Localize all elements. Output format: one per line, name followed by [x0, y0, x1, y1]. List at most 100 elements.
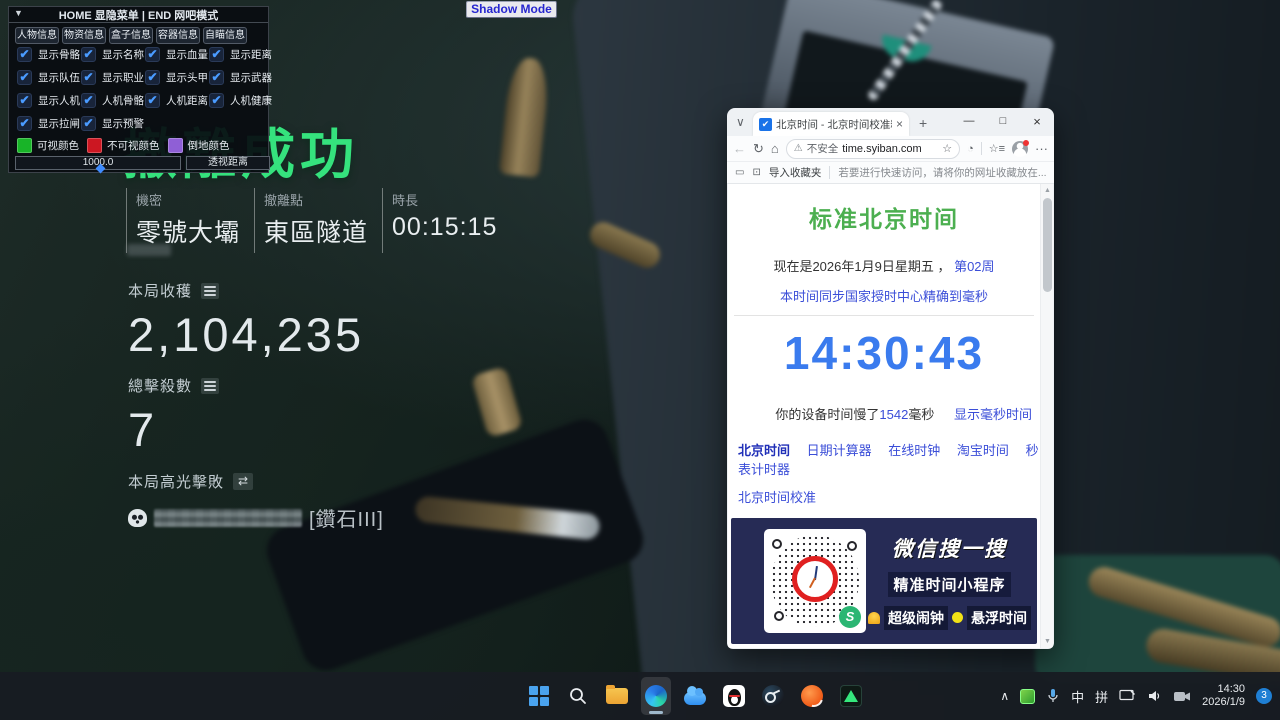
- profile-avatar[interactable]: [1012, 141, 1028, 157]
- address-bar[interactable]: ⚠ 不安全 time.syiban.com ☆: [786, 139, 960, 159]
- dropdown-triangle-icon[interactable]: ▼: [14, 8, 23, 18]
- show-ms-link[interactable]: 显示毫秒时间: [954, 407, 1032, 422]
- cloud-app-button[interactable]: [680, 677, 710, 715]
- cheat-tab[interactable]: 物资信息: [62, 27, 106, 44]
- orange-app-button[interactable]: [797, 677, 827, 715]
- minimize-icon[interactable]: —: [952, 108, 986, 136]
- import-favorites-button[interactable]: 导入收藏夹: [769, 165, 822, 180]
- windows-logo-icon: [529, 686, 549, 706]
- sync-link[interactable]: 本时间同步国家授时中心精确到毫秒: [780, 289, 988, 304]
- checkbox-check-icon[interactable]: ✔: [145, 93, 160, 108]
- list-icon[interactable]: [201, 378, 219, 394]
- security-label[interactable]: 不安全: [807, 141, 839, 156]
- cheat-checkbox[interactable]: ✔显示血量: [145, 47, 209, 62]
- visible-color-swatch[interactable]: [17, 138, 32, 153]
- checkbox-check-icon[interactable]: ✔: [81, 47, 96, 62]
- shadow-mode-button[interactable]: Shadow Mode: [466, 1, 557, 18]
- list-icon[interactable]: [201, 283, 219, 299]
- swap-arrows-icon[interactable]: ⇄: [233, 473, 253, 490]
- ime-mode-indicator[interactable]: 拼: [1095, 687, 1108, 706]
- cheat-checkbox[interactable]: ✔显示预警: [81, 116, 145, 131]
- url-host[interactable]: time.syiban.com: [842, 143, 938, 155]
- cheat-checkbox[interactable]: ✔人机健康: [209, 93, 273, 108]
- invisible-color-swatch[interactable]: [87, 138, 102, 153]
- tab-title: 北京时间 - 北京时间校准精确到毫: [776, 117, 892, 132]
- checkbox-check-icon[interactable]: ✔: [17, 70, 32, 85]
- home-icon[interactable]: ⌂: [771, 141, 779, 156]
- cheat-checkbox[interactable]: ✔显示头甲: [145, 70, 209, 85]
- scroll-up-icon[interactable]: ▲: [1041, 187, 1054, 194]
- steam-button[interactable]: [758, 677, 788, 715]
- cheat-tab[interactable]: 盒子信息: [109, 27, 153, 44]
- tray-app-icon[interactable]: [1020, 689, 1035, 704]
- cheat-checkbox[interactable]: ✔显示职业: [81, 70, 145, 85]
- checkbox-check-icon[interactable]: ✔: [17, 93, 32, 108]
- cheat-checkbox[interactable]: ✔显示人机: [17, 93, 81, 108]
- cheat-checkbox[interactable]: ✔显示队伍: [17, 70, 81, 85]
- file-explorer-button[interactable]: [602, 677, 632, 715]
- censored-text-small: [127, 244, 171, 256]
- downed-color-swatch[interactable]: [168, 138, 183, 153]
- cheat-checkbox[interactable]: ✔人机骨骼: [81, 93, 145, 108]
- nav-link[interactable]: 北京时间: [738, 443, 790, 458]
- checkbox-check-icon[interactable]: ✔: [81, 93, 96, 108]
- close-icon[interactable]: ×: [1020, 108, 1054, 136]
- browser-tab[interactable]: ✔ 北京时间 - 北京时间校准精确到毫 ×: [753, 112, 909, 136]
- display-pen-icon[interactable]: [1119, 689, 1136, 703]
- scrollbar-thumb[interactable]: [1043, 198, 1052, 292]
- nav-link[interactable]: 日期计算器: [807, 443, 872, 458]
- microphone-icon[interactable]: [1046, 688, 1060, 704]
- search-button[interactable]: [563, 677, 593, 715]
- cheat-menu-titlebar[interactable]: ▼ HOME 显隐菜单 | END 网吧模式: [9, 7, 268, 23]
- checkbox-check-icon[interactable]: ✔: [209, 70, 224, 85]
- edge-browser-button[interactable]: [641, 677, 671, 715]
- ime-language-indicator[interactable]: 中: [1071, 687, 1084, 706]
- nav-link[interactable]: 北京时间校准: [738, 490, 816, 505]
- new-tab-icon[interactable]: +: [919, 115, 927, 131]
- week-link[interactable]: 第02周: [954, 259, 994, 274]
- cheat-checkbox[interactable]: ✔显示名称: [81, 47, 145, 62]
- delta-force-button[interactable]: [836, 677, 866, 715]
- cheat-tab[interactable]: 自瞄信息: [203, 27, 247, 44]
- banner-badges: 超级闹钟 悬浮时间: [868, 606, 1031, 630]
- tab-search-chevron-icon[interactable]: ∨: [736, 115, 745, 129]
- checkbox-check-icon[interactable]: ✔: [145, 47, 160, 62]
- bookmarks-device-icon[interactable]: ▭: [735, 167, 744, 178]
- checkbox-check-icon[interactable]: ✔: [17, 47, 32, 62]
- checkbox-check-icon[interactable]: ✔: [81, 116, 96, 131]
- nav-link[interactable]: 淘宝时间: [957, 443, 1009, 458]
- checkbox-check-icon[interactable]: ✔: [209, 93, 224, 108]
- cheat-checkbox[interactable]: ✔显示拉闸: [17, 116, 81, 131]
- cheat-checkbox[interactable]: ✔显示武器: [209, 70, 273, 85]
- notification-badge[interactable]: 3: [1256, 688, 1272, 704]
- qq-button[interactable]: [719, 677, 749, 715]
- page-scrollbar[interactable]: ▲ ▼: [1040, 184, 1053, 648]
- camera-icon[interactable]: [1173, 690, 1191, 703]
- more-menu-icon[interactable]: ···: [1035, 141, 1048, 156]
- cheat-checkbox[interactable]: ✔显示距离: [209, 47, 273, 62]
- wechat-miniprogram-icon: S: [839, 606, 861, 628]
- cheat-checkbox[interactable]: ✔显示骨骼: [17, 47, 81, 62]
- cheat-tab[interactable]: 容器信息: [156, 27, 200, 44]
- refresh-icon[interactable]: ↻: [753, 141, 764, 157]
- favorite-star-icon[interactable]: ☆: [942, 142, 952, 155]
- scroll-down-icon[interactable]: ▼: [1041, 638, 1054, 645]
- cheat-tab[interactable]: 人物信息: [15, 27, 59, 44]
- checkbox-check-icon[interactable]: ✔: [209, 47, 224, 62]
- favorites-bar-icon[interactable]: ☆≡: [989, 142, 1005, 155]
- taskbar-clock[interactable]: 14:30 2026/1/9: [1202, 683, 1245, 709]
- nav-link[interactable]: 在线时钟: [888, 443, 940, 458]
- checkbox-check-icon[interactable]: ✔: [145, 70, 160, 85]
- checkbox-check-icon[interactable]: ✔: [81, 70, 96, 85]
- info-value: 東區隧道: [264, 213, 368, 249]
- tray-chevron-icon[interactable]: ∧: [1000, 689, 1009, 703]
- cheat-checkbox[interactable]: ✔人机距离: [145, 93, 209, 108]
- tab-close-icon[interactable]: ×: [896, 117, 903, 131]
- start-button[interactable]: [524, 677, 554, 715]
- volume-icon[interactable]: [1147, 689, 1162, 703]
- copilot-icon[interactable]: ◔: [967, 143, 974, 155]
- checkbox-check-icon[interactable]: ✔: [17, 116, 32, 131]
- back-icon[interactable]: ←: [733, 141, 746, 156]
- maximize-icon[interactable]: □: [986, 108, 1020, 136]
- wechat-promo-banner[interactable]: S 微信搜一搜 精准时间小程序 超级闹钟 悬浮时间: [731, 518, 1037, 644]
